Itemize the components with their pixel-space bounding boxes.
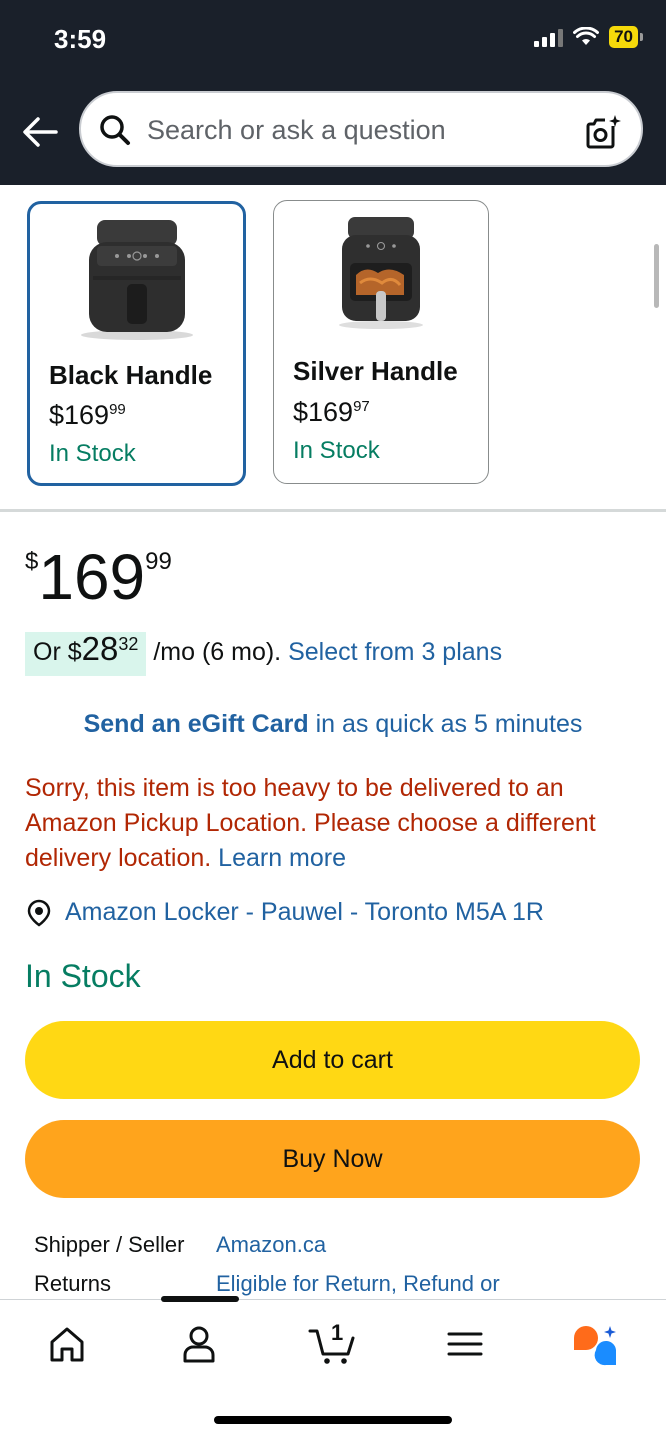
camera-lens-icon[interactable]	[583, 112, 623, 152]
home-indicator	[214, 1416, 452, 1424]
back-arrow-icon[interactable]	[20, 112, 60, 152]
signal-icon	[534, 27, 564, 47]
installment-amount: Or $2832	[25, 630, 147, 676]
buy-now-button[interactable]: Buy Now	[25, 1120, 640, 1198]
location-pin-icon	[27, 899, 51, 927]
stock-status: In Stock	[25, 958, 141, 994]
delivery-warning: Sorry, this item is too heavy to be deli…	[25, 774, 596, 872]
home-icon[interactable]	[45, 1322, 89, 1366]
product-price: $16999	[25, 541, 172, 613]
delivery-location[interactable]: Amazon Locker - Pauwel - Toronto M5A 1R	[25, 898, 544, 927]
variation-card-silver-handle[interactable]: Silver Handle $16997 In Stock	[273, 200, 489, 484]
variation-price: $16997	[293, 397, 370, 427]
scrollbar[interactable]	[654, 244, 659, 308]
variation-availability: In Stock	[49, 440, 136, 467]
search-bar[interactable]	[79, 91, 643, 167]
cart-count: 1	[331, 1320, 344, 1345]
section-divider	[0, 509, 666, 512]
details-label: Shipper / Seller	[34, 1232, 185, 1257]
installment-suffix: /mo (6 mo).	[153, 638, 282, 666]
details-label: Returns	[34, 1271, 112, 1296]
wifi-icon	[573, 27, 600, 45]
battery-icon: 70	[609, 26, 643, 48]
air-fryer-silver-handle-image	[339, 217, 423, 329]
air-fryer-black-handle-image	[80, 220, 193, 340]
status-icons: 70	[534, 26, 643, 48]
menu-icon[interactable]	[443, 1322, 487, 1366]
add-to-cart-button[interactable]: Add to cart	[25, 1021, 640, 1099]
seller-link[interactable]: Amazon.ca	[216, 1232, 326, 1258]
location-text[interactable]: Amazon Locker - Pauwel - Toronto M5A 1R	[65, 898, 544, 927]
account-icon[interactable]	[177, 1322, 221, 1366]
top-bar: 3:59 70	[0, 0, 666, 185]
returns-link[interactable]: Eligible for Return, Refund or	[216, 1271, 500, 1297]
variation-card-black-handle[interactable]: Black Handle $16999 In Stock	[27, 201, 246, 486]
status-time: 3:59	[54, 24, 107, 54]
learn-more-link[interactable]: Learn more	[218, 844, 346, 872]
variation-price: $16999	[49, 400, 126, 430]
installment-offer: Or $2832 /mo (6 mo). Select from 3 plans	[25, 630, 502, 676]
bottom-nav: 1	[0, 1296, 666, 1440]
rufus-assistant-icon[interactable]	[570, 1322, 620, 1366]
select-plans-link[interactable]: Select from 3 plans	[288, 638, 502, 666]
egift-link[interactable]: Send an eGift Card in as quick as 5 minu…	[0, 710, 666, 739]
cart-icon[interactable]: 1	[308, 1320, 360, 1366]
variation-name: Black Handle	[49, 360, 213, 390]
variation-name: Silver Handle	[293, 356, 458, 386]
search-icon	[100, 115, 130, 145]
active-tab-indicator	[161, 1296, 239, 1302]
variation-availability: In Stock	[293, 437, 380, 464]
search-input[interactable]	[147, 109, 567, 151]
